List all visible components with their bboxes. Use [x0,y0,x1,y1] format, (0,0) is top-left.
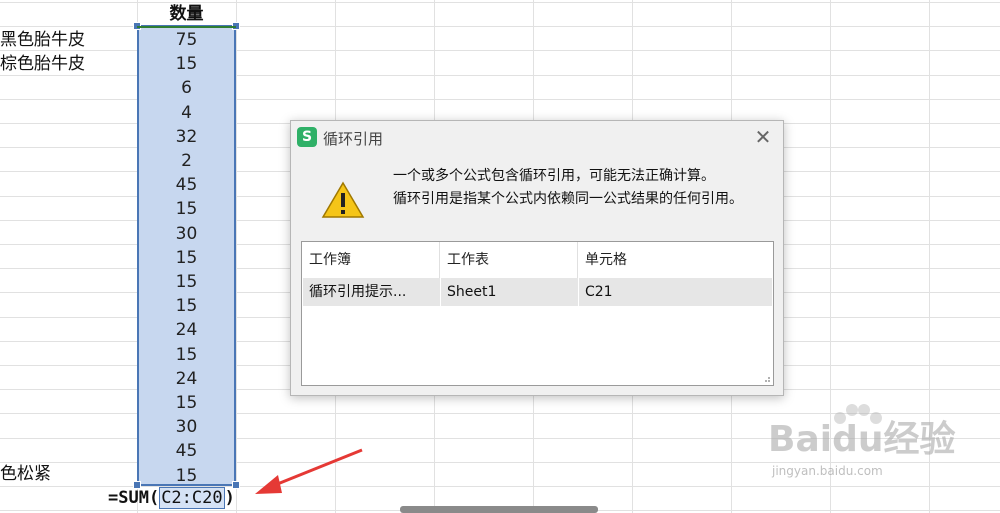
resize-grip-icon[interactable] [763,375,771,383]
list-header: 工作簿 工作表 单元格 [302,242,773,278]
column-header-quantity[interactable]: 数量 [137,2,236,28]
grid-line [236,0,237,513]
row-cell: C21 [578,278,773,306]
horizontal-scrollbar-thumb[interactable] [400,506,598,513]
cell-quantity[interactable]: 15 [137,391,236,415]
row-worksheet: Sheet1 [440,278,578,306]
cell-quantity[interactable]: 15 [137,464,236,488]
warning-icon [321,181,365,218]
watermark-text: Baidu经验 [768,419,956,460]
cell-quantity[interactable]: 6 [137,76,236,100]
cell-quantity[interactable]: 45 [137,173,236,197]
cell-quantity[interactable]: 30 [137,222,236,246]
column-header-workbook[interactable]: 工作簿 [302,242,440,278]
cell-quantity[interactable]: 15 [137,197,236,221]
cell-quantity[interactable]: 15 [137,343,236,367]
formula-range-ref: C2:C20 [159,487,225,509]
column-header-cell[interactable]: 单元格 [578,242,773,278]
wps-app-icon: S [297,127,317,147]
cell-quantity[interactable]: 15 [137,270,236,294]
dialog-message-line-1: 一个或多个公式包含循环引用，可能无法正确计算。 [393,168,715,184]
cell-quantity[interactable]: 30 [137,415,236,439]
cell-quantity[interactable]: 45 [137,439,236,463]
circular-reference-dialog: S 循环引用 ✕ 一个或多个公式包含循环引用，可能无法正确计算。 循环引用是指某… [290,120,784,396]
watermark-url: jingyan.baidu.com [772,464,883,478]
cell-quantity[interactable]: 32 [137,125,236,149]
cell-quantity[interactable]: 15 [137,246,236,270]
dialog-message: 一个或多个公式包含循环引用，可能无法正确计算。 循环引用是指某个公式内依赖同一公… [393,165,773,211]
table-row[interactable]: 循环引用提示... Sheet1 C21 [303,278,772,306]
baidu-watermark: Baidu经验 jingyan.baidu.com [762,402,962,492]
cell-quantity[interactable]: 75 [137,28,236,52]
cell-a-item-1[interactable]: 黑色胎牛皮 [0,28,85,52]
red-arrow-annotation [255,448,363,494]
formula-close-paren: ) [224,488,235,508]
cell-a-item-3[interactable]: 色松紧 [0,462,51,486]
cell-quantity[interactable]: 2 [137,149,236,173]
cell-quantity[interactable]: 4 [137,101,236,125]
dialog-title-bar[interactable]: S 循环引用 ✕ [291,121,783,153]
formula-function: =SUM( [108,488,160,508]
circular-reference-list[interactable]: 工作簿 工作表 单元格 循环引用提示... Sheet1 C21 [301,241,774,386]
dialog-title: 循环引用 [323,130,384,148]
cell-quantity[interactable]: 15 [137,52,236,76]
row-workbook: 循环引用提示... [309,284,407,300]
cell-quantity[interactable]: 24 [137,367,236,391]
formula-cell[interactable]: =SUM(C2:C20) [108,486,235,510]
column-header-worksheet[interactable]: 工作表 [440,242,578,278]
cell-a-item-2[interactable]: 棕色胎牛皮 [0,52,85,76]
cell-quantity[interactable]: 24 [137,318,236,342]
close-button[interactable]: ✕ [751,125,775,149]
cell-quantity[interactable]: 15 [137,294,236,318]
dialog-message-line-2: 循环引用是指某个公式内依赖同一公式结果的任何引用。 [393,191,743,207]
